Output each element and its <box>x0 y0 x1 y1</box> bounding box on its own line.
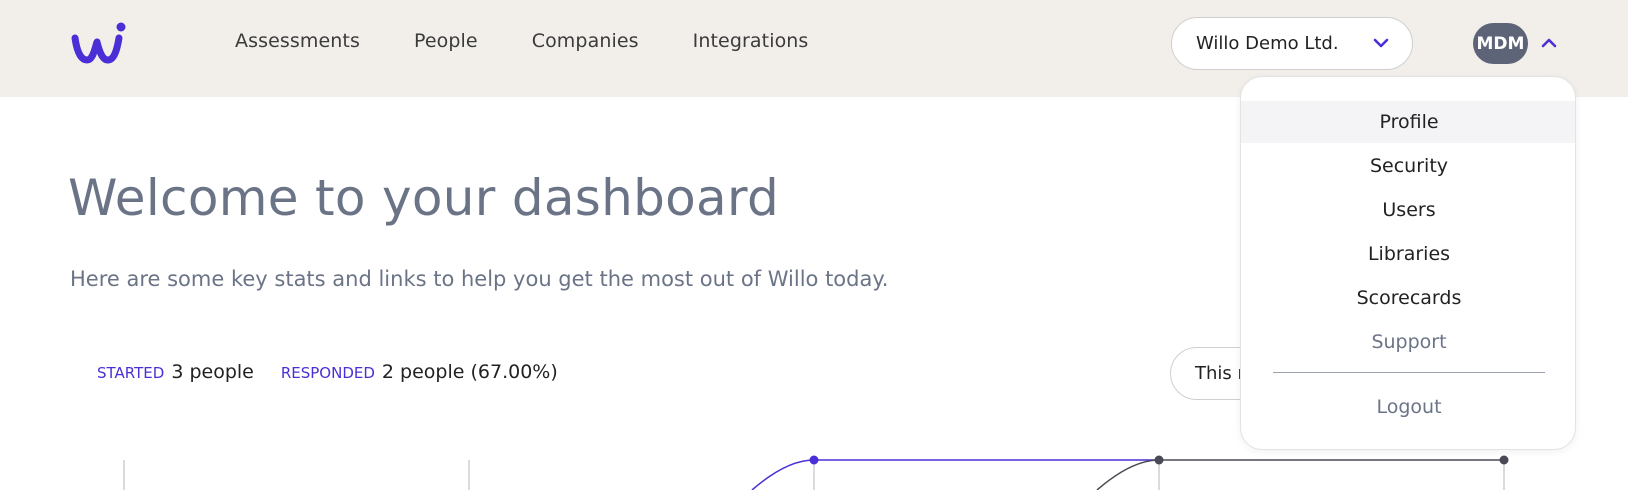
started-label: STARTED <box>97 364 165 382</box>
user-menu-dropdown: Profile Security Users Libraries Scoreca… <box>1240 76 1576 450</box>
nav-assessments[interactable]: Assessments <box>235 30 360 52</box>
nav-companies[interactable]: Companies <box>532 30 639 52</box>
main-nav: Assessments People Companies Integration… <box>235 30 862 52</box>
started-series-line <box>751 459 1159 490</box>
responded-label: RESPONDED <box>280 364 375 382</box>
chevron-up-icon[interactable] <box>1540 36 1558 50</box>
stats-summary: STARTED 3 people RESPONDED 2 people (67.… <box>97 361 585 383</box>
nav-integrations[interactable]: Integrations <box>693 30 809 52</box>
menu-item-security[interactable]: Security <box>1241 145 1575 187</box>
menu-item-libraries[interactable]: Libraries <box>1241 233 1575 275</box>
chart-point <box>809 455 819 465</box>
responded-series-line <box>1096 459 1504 490</box>
page-title: Welcome to your dashboard <box>68 169 780 227</box>
willo-logo-icon[interactable] <box>70 22 128 66</box>
menu-item-logout[interactable]: Logout <box>1241 386 1575 428</box>
nav-people[interactable]: People <box>414 30 478 52</box>
responded-value: 2 people (67.00%) <box>381 361 558 383</box>
avatar[interactable]: MDM <box>1473 23 1528 64</box>
menu-item-users[interactable]: Users <box>1241 189 1575 231</box>
company-select-value: Willo Demo Ltd. <box>1196 33 1339 54</box>
menu-item-scorecards[interactable]: Scorecards <box>1241 277 1575 319</box>
page-subtitle: Here are some key stats and links to hel… <box>70 267 889 291</box>
company-select[interactable]: Willo Demo Ltd. <box>1171 17 1413 70</box>
chart-point <box>1499 455 1509 465</box>
chart-point <box>1154 455 1164 465</box>
menu-item-support[interactable]: Support <box>1241 321 1575 363</box>
menu-divider <box>1273 372 1545 373</box>
chevron-down-icon <box>1373 38 1389 48</box>
started-value: 3 people <box>171 361 254 383</box>
menu-item-profile[interactable]: Profile <box>1241 101 1575 143</box>
